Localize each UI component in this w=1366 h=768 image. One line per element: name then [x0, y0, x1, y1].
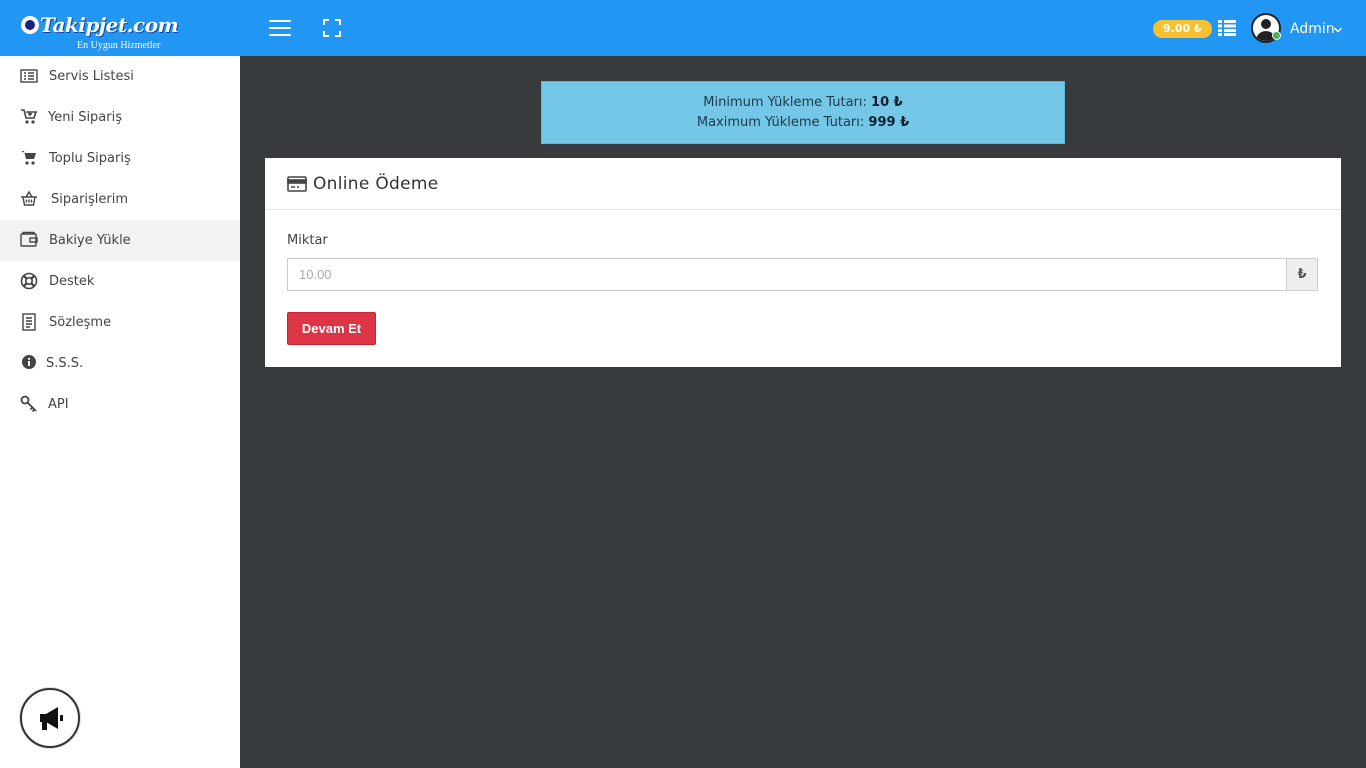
basket-icon [21, 190, 37, 206]
card-header: Online Ödeme [265, 158, 1341, 210]
online-status-dot [1272, 31, 1281, 40]
page-title: Online Ödeme [313, 174, 439, 194]
announcement-button[interactable] [20, 688, 80, 748]
logo-subtitle: En Uygun Hizmetler [77, 40, 161, 51]
sidebar-item-label: Yeni Sipariş [48, 110, 123, 125]
sidebar-item-siparislerim[interactable]: Siparişlerim [0, 179, 240, 220]
sidebar-item-servis-listesi[interactable]: Servis Listesi [0, 56, 240, 97]
amount-input[interactable] [287, 258, 1287, 291]
sidebar-item-bakiye-yukle[interactable]: Bakiye Yükle [0, 220, 240, 261]
sidebar-item-yeni-siparis[interactable]: Yeni Sipariş [0, 97, 240, 138]
sidebar-item-label: Sözleşme [49, 315, 112, 330]
chevron-down-icon[interactable] [1334, 26, 1342, 34]
currency-addon: ₺ [1286, 258, 1318, 291]
sidebar-item-api[interactable]: API [0, 384, 240, 425]
logo-mark-icon [21, 16, 39, 34]
sidebar-item-sss[interactable]: S.S.S. [0, 343, 240, 384]
sidebar-item-label: Siparişlerim [51, 192, 129, 207]
list-alt-icon [20, 69, 38, 83]
sidebar-item-sozlesme[interactable]: Sözleşme [0, 302, 240, 343]
online-payment-card: Online Ödeme Miktar ₺ Devam Et [265, 158, 1341, 367]
cart-plus-icon [21, 109, 38, 124]
max-deposit-value: 999 ₺ [868, 115, 910, 130]
min-deposit-line: Minimum Yükleme Tutarı: 10 ₺ [703, 95, 903, 110]
sidebar-item-label: Servis Listesi [49, 69, 134, 84]
sidebar-item-label: S.S.S. [46, 356, 84, 371]
key-icon [20, 395, 37, 413]
logo[interactable]: Takipjet.com En Uygun Hizmetler [18, 11, 188, 53]
balance-badge[interactable]: 9.00 ₺ [1153, 20, 1212, 38]
wallet-icon [20, 231, 38, 247]
credit-card-icon [287, 176, 307, 192]
user-name[interactable]: Admin [1290, 21, 1335, 37]
sidebar-item-destek[interactable]: Destek [0, 261, 240, 302]
amount-label: Miktar [287, 233, 328, 248]
sidebar-item-label: Toplu Sipariş [49, 151, 131, 166]
document-icon [22, 313, 36, 331]
sidebar: Servis Listesi Yeni Sipariş Toplu Sipari… [0, 56, 240, 768]
list-icon[interactable] [1218, 20, 1236, 36]
sidebar-item-label: API [48, 397, 69, 412]
max-deposit-line: Maximum Yükleme Tutarı: 999 ₺ [696, 115, 910, 130]
sidebar-item-toplu-siparis[interactable]: Toplu Sipariş [0, 138, 240, 179]
megaphone-icon [40, 707, 63, 730]
cart-icon [21, 151, 36, 165]
continue-button[interactable]: Devam Et [287, 312, 376, 345]
hamburger-icon[interactable] [269, 19, 291, 37]
sidebar-item-label: Destek [49, 274, 95, 289]
lifebuoy-icon [20, 272, 38, 290]
min-deposit-value: 10 ₺ [871, 95, 903, 110]
fullscreen-icon[interactable] [323, 19, 341, 37]
deposit-limits-alert: Minimum Yükleme Tutarı: 10 ₺ Maximum Yük… [541, 81, 1065, 144]
sidebar-item-label: Bakiye Yükle [49, 233, 131, 248]
logo-text: Takipjet.com [40, 13, 179, 37]
info-icon [22, 355, 36, 369]
top-bar: Takipjet.com En Uygun Hizmetler 9.00 ₺ A… [0, 0, 1366, 56]
